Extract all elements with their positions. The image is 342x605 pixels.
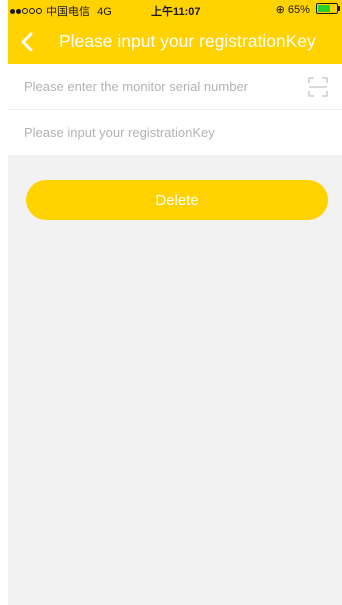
app-screen: 中国电信 4G 上午11:07 ⊕ 65% Please input your … (8, 0, 342, 605)
signal-strength-icon (10, 6, 43, 18)
serial-number-row (8, 64, 342, 110)
serial-number-input[interactable] (24, 64, 286, 109)
registration-key-input[interactable] (24, 110, 286, 155)
scan-button[interactable] (308, 77, 328, 97)
status-time: 上午11:07 (151, 6, 201, 18)
carrier-name: 中国电信 (46, 6, 91, 18)
status-bar: 中国电信 4G 上午11:07 ⊕ 65% (8, 0, 342, 20)
battery-percent: 65% (287, 4, 310, 16)
orientation-lock-icon: ⊕ (275, 4, 285, 16)
battery-fill (318, 5, 330, 12)
network-type: 4G (97, 6, 112, 18)
registration-form (8, 64, 342, 155)
navigation-bar: Please input your registrationKey (8, 20, 342, 64)
carrier-info: 中国电信 4G (10, 3, 112, 19)
scan-icon (308, 77, 328, 97)
status-right: ⊕ 65% (275, 3, 340, 16)
chevron-left-icon (21, 32, 33, 52)
registration-key-row (8, 110, 342, 155)
battery-icon (316, 3, 340, 14)
page-title: Please input your registrationKey (59, 31, 316, 51)
delete-button[interactable]: Delete (26, 180, 328, 220)
back-button[interactable] (18, 32, 38, 52)
